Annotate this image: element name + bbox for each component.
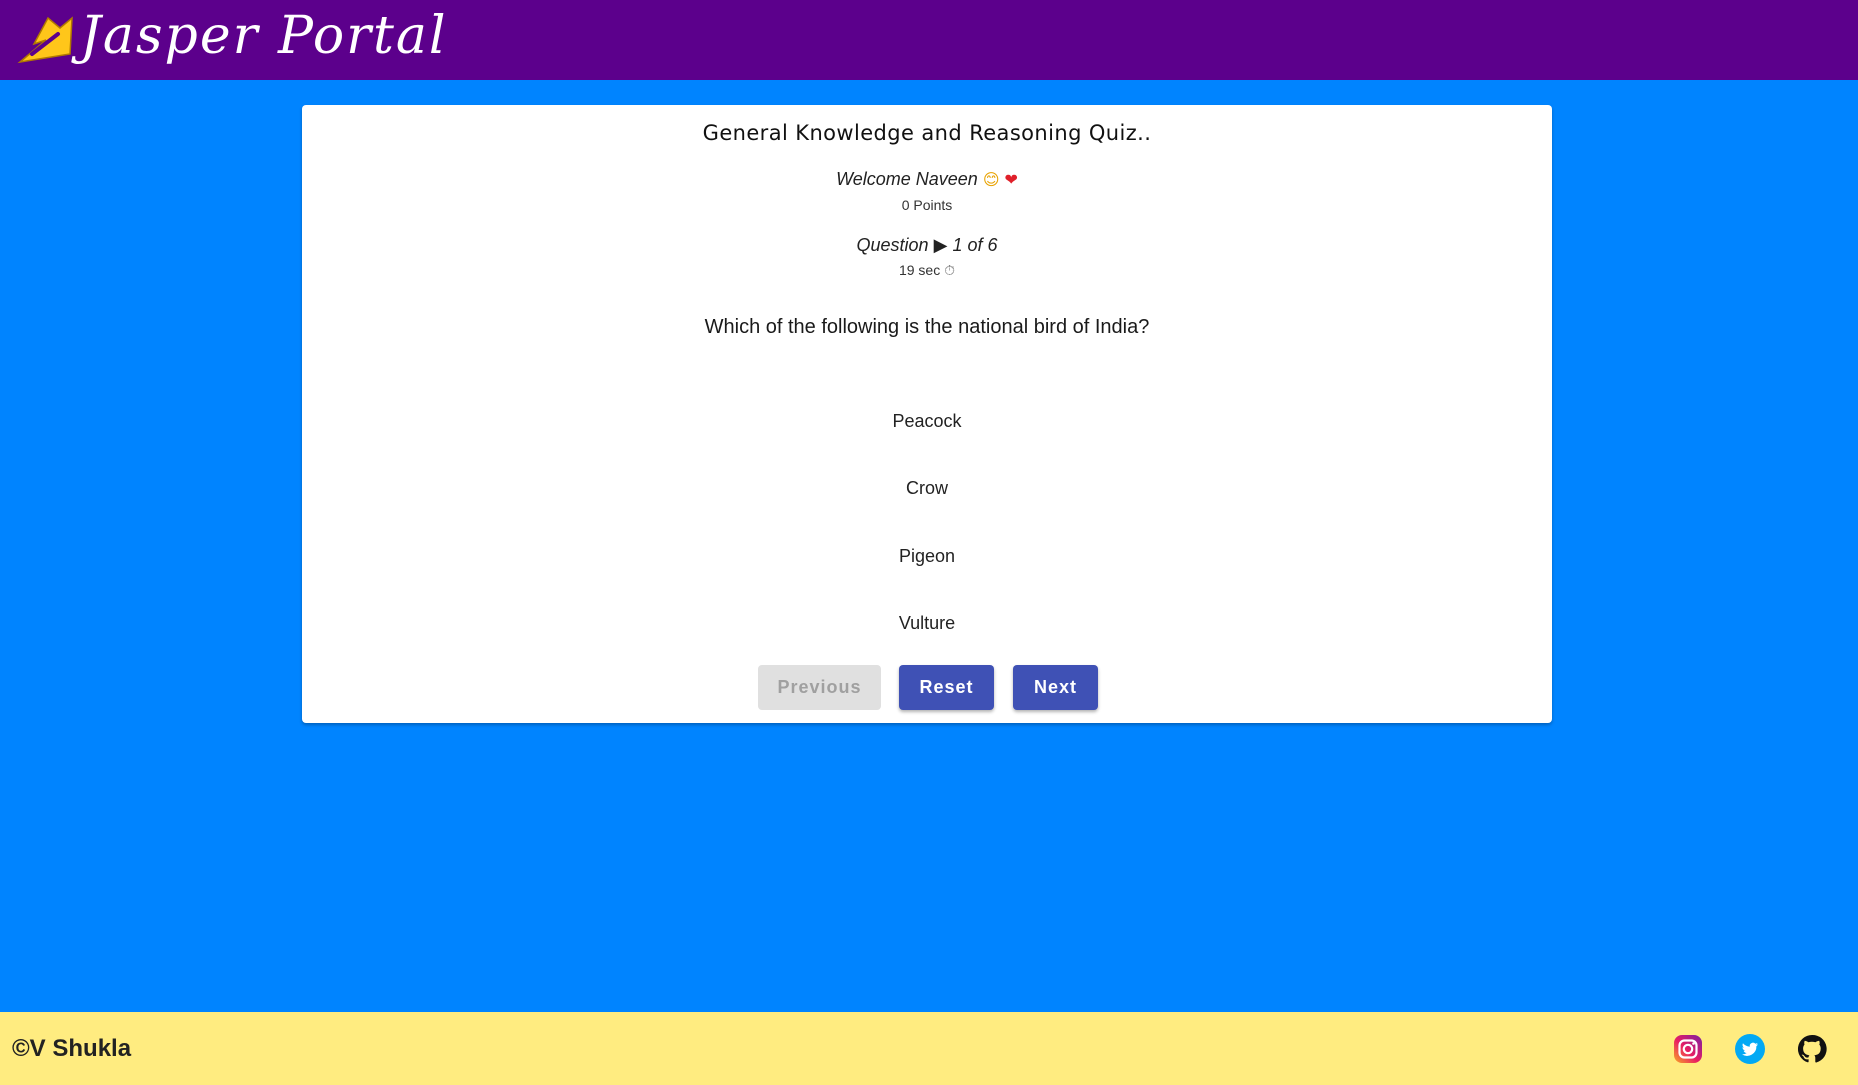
brand-title: Jasper Portal: [80, 6, 448, 66]
question-progress: 1 of 6: [952, 235, 998, 255]
social-links: [1642, 1033, 1828, 1065]
github-icon[interactable]: [1796, 1033, 1828, 1065]
welcome-line: Welcome Naveen 😊 ❤: [302, 169, 1552, 190]
app-footer: ©V Shukla: [0, 1012, 1858, 1085]
copyright-text: ©V Shukla: [12, 1034, 132, 1062]
answer-option[interactable]: Crow: [896, 474, 958, 503]
twitter-icon[interactable]: [1734, 1033, 1766, 1065]
answer-option[interactable]: Vulture: [889, 609, 965, 638]
points-label: 0 Points: [901, 197, 953, 213]
question-label: Question: [856, 235, 929, 255]
welcome-text: Welcome Naveen: [836, 169, 978, 189]
quiz-title: General Knowledge and Reasoning Quiz..: [702, 121, 1152, 145]
next-button[interactable]: Next: [1013, 665, 1098, 710]
timer-line: 19 sec ⏱: [302, 262, 1552, 279]
lightning-bolt-icon: [17, 16, 73, 64]
quiz-card: General Knowledge and Reasoning Quiz.. W…: [302, 105, 1552, 723]
previous-button[interactable]: Previous: [758, 665, 881, 710]
timer-value: 19 sec: [898, 262, 941, 278]
brand-logo[interactable]: Jasper Portal: [14, 6, 448, 70]
play-arrow-icon: ▶: [933, 235, 948, 255]
stopwatch-icon: ⏱: [944, 262, 956, 278]
question-text: Which of the following is the national b…: [704, 316, 1150, 338]
answer-option[interactable]: Pigeon: [889, 542, 965, 571]
instagram-icon[interactable]: [1672, 1033, 1704, 1065]
question-progress-line: Question ▶ 1 of 6: [302, 235, 1552, 256]
heart-emoji-icon: ❤: [1004, 172, 1018, 189]
app-header: Jasper Portal: [0, 0, 1858, 80]
answer-option[interactable]: Peacock: [882, 407, 971, 436]
smile-emoji-icon: 😊: [982, 172, 1000, 189]
reset-button[interactable]: Reset: [899, 665, 994, 710]
